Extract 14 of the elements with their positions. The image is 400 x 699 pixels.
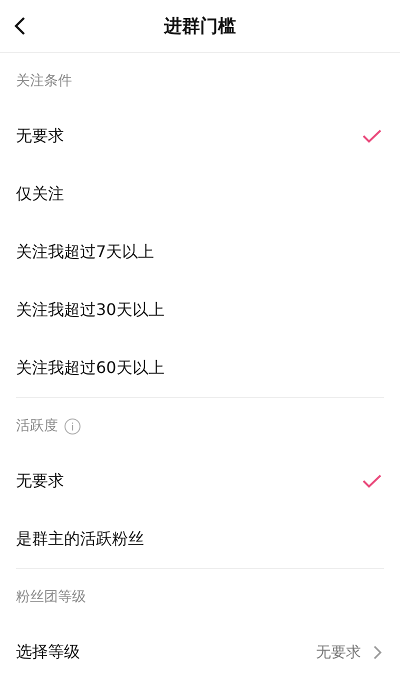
- section-title: 粉丝团等级: [16, 588, 86, 606]
- option-row[interactable]: 是群主的活跃粉丝: [16, 510, 384, 568]
- option-row[interactable]: 仅关注: [16, 165, 384, 223]
- option-row[interactable]: 关注我超过30天以上: [16, 281, 384, 339]
- section-title: 关注条件: [16, 72, 72, 90]
- select-row[interactable]: 选择等级 无要求: [16, 623, 384, 681]
- chevron-icon: [373, 644, 382, 660]
- back-icon: [14, 16, 26, 36]
- page-title: 进群门槛: [164, 15, 236, 38]
- option-row[interactable]: 无要求: [16, 452, 384, 510]
- option-row[interactable]: 关注我超过60天以上: [16, 339, 384, 397]
- option-row[interactable]: 关注我超过7天以上: [16, 223, 384, 281]
- option-row[interactable]: 无要求: [16, 107, 384, 165]
- section-title: 活跃度: [16, 417, 58, 435]
